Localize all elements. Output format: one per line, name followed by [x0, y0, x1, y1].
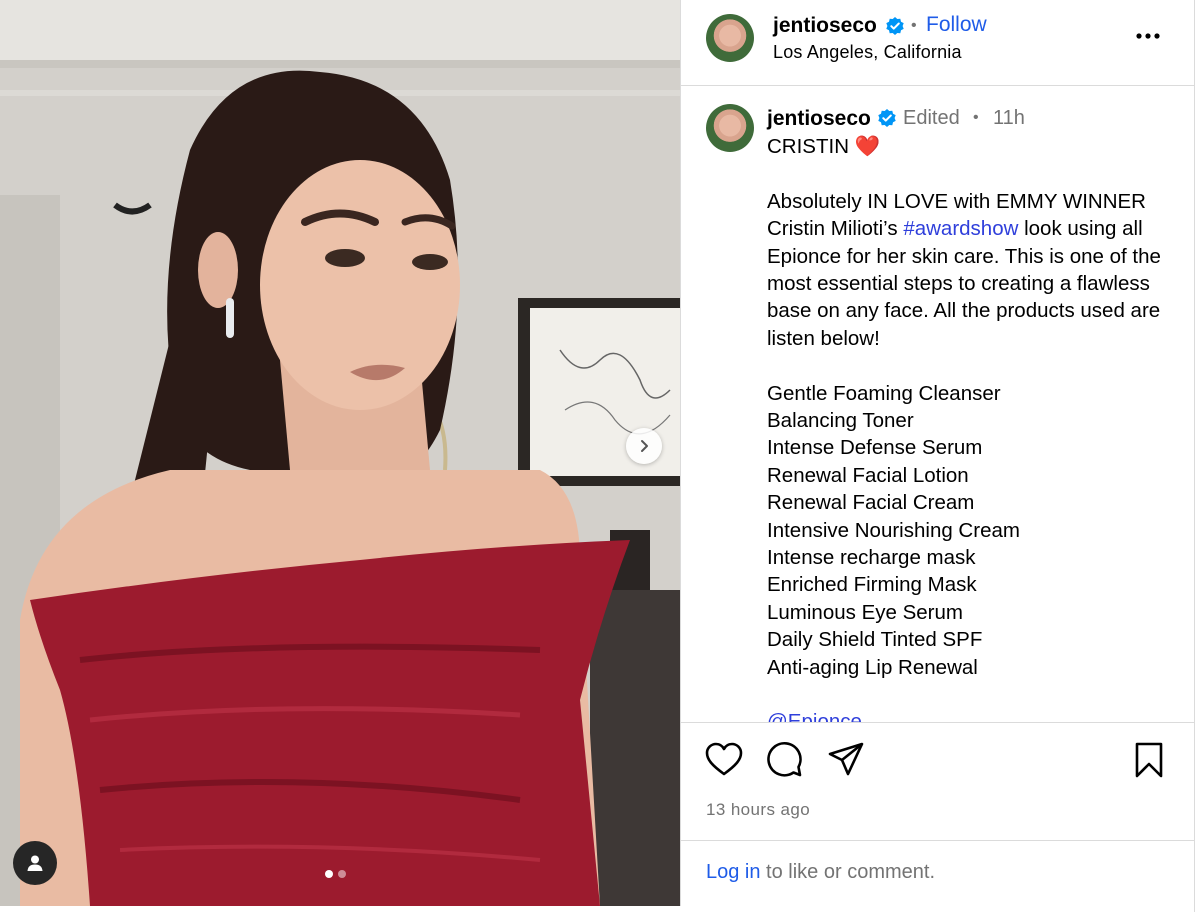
share-icon[interactable] [826, 740, 866, 780]
mention-link[interactable]: @Epionce [767, 708, 1172, 722]
carousel-dot [338, 870, 346, 878]
post-location[interactable]: Los Angeles, California [773, 42, 962, 63]
product-item: Intensive Nourishing Cream [767, 518, 1020, 542]
product-item: Renewal Facial Lotion [767, 463, 969, 487]
product-item: Enriched Firming Mask [767, 573, 977, 597]
product-item: Daily Shield Tinted SPF [767, 628, 983, 652]
product-list: Gentle Foaming Cleanser Balancing Toner … [767, 380, 1172, 681]
product-item: Anti-aging Lip Renewal [767, 655, 978, 679]
caption-author-username[interactable]: jentioseco [767, 107, 871, 131]
follow-button[interactable]: Follow [926, 13, 987, 37]
more-options-icon[interactable] [1133, 26, 1163, 46]
edited-label: Edited [903, 107, 960, 129]
product-item: Intense Defense Serum [767, 436, 983, 460]
caption-section[interactable]: jentioseco Edited • 11h CRISTIN ❤️ Absol… [681, 87, 1195, 723]
product-item: Intense recharge mask [767, 546, 976, 570]
tagged-users-button[interactable] [13, 841, 57, 885]
chevron-right-icon [641, 440, 648, 452]
verified-badge-icon [878, 109, 896, 127]
user-tag-icon [27, 855, 43, 871]
product-item: Gentle Foaming Cleanser [767, 381, 1001, 405]
caption-time[interactable]: 11h [993, 107, 1025, 130]
login-prompt-text: to like or comment. [760, 861, 936, 883]
caption-author-avatar[interactable] [706, 104, 754, 152]
caption-body: Absolutely IN LOVE with EMMY WINNER Cris… [767, 188, 1172, 352]
window-edge [1194, 0, 1200, 912]
heart-emoji: ❤️ [854, 135, 881, 158]
caption-separator: • [973, 109, 979, 126]
product-item: Luminous Eye Serum [767, 600, 963, 624]
product-item: Renewal Facial Cream [767, 491, 975, 515]
verified-badge-icon [886, 17, 904, 35]
post-sidebar: jentioseco • Follow Los Angeles, Califor… [680, 0, 1195, 906]
caption-title-line: CRISTIN ❤️ [767, 133, 1172, 160]
post-timestamp[interactable]: 13 hours ago [706, 800, 810, 820]
comment-icon[interactable] [765, 740, 805, 780]
post-photo [0, 0, 680, 906]
author-username[interactable]: jentioseco [773, 14, 877, 38]
action-bar [681, 740, 1195, 790]
next-slide-button[interactable] [626, 428, 662, 464]
login-prompt: Log in to like or comment. [681, 840, 1195, 906]
carousel-dot-active [325, 870, 333, 878]
author-avatar[interactable] [706, 14, 754, 62]
post-media[interactable] [0, 0, 680, 906]
heart-icon[interactable] [704, 740, 744, 780]
caption-title: CRISTIN [767, 135, 849, 158]
header-separator: • [911, 17, 917, 34]
hashtag-link[interactable]: #awardshow [903, 217, 1018, 240]
caption-text: CRISTIN ❤️ Absolutely IN LOVE with EMMY … [767, 133, 1172, 722]
product-item: Balancing Toner [767, 409, 914, 433]
login-link[interactable]: Log in [706, 861, 761, 883]
carousel-indicator [325, 870, 346, 878]
bookmark-icon[interactable] [1129, 740, 1169, 780]
post-header: jentioseco • Follow Los Angeles, Califor… [681, 0, 1195, 86]
